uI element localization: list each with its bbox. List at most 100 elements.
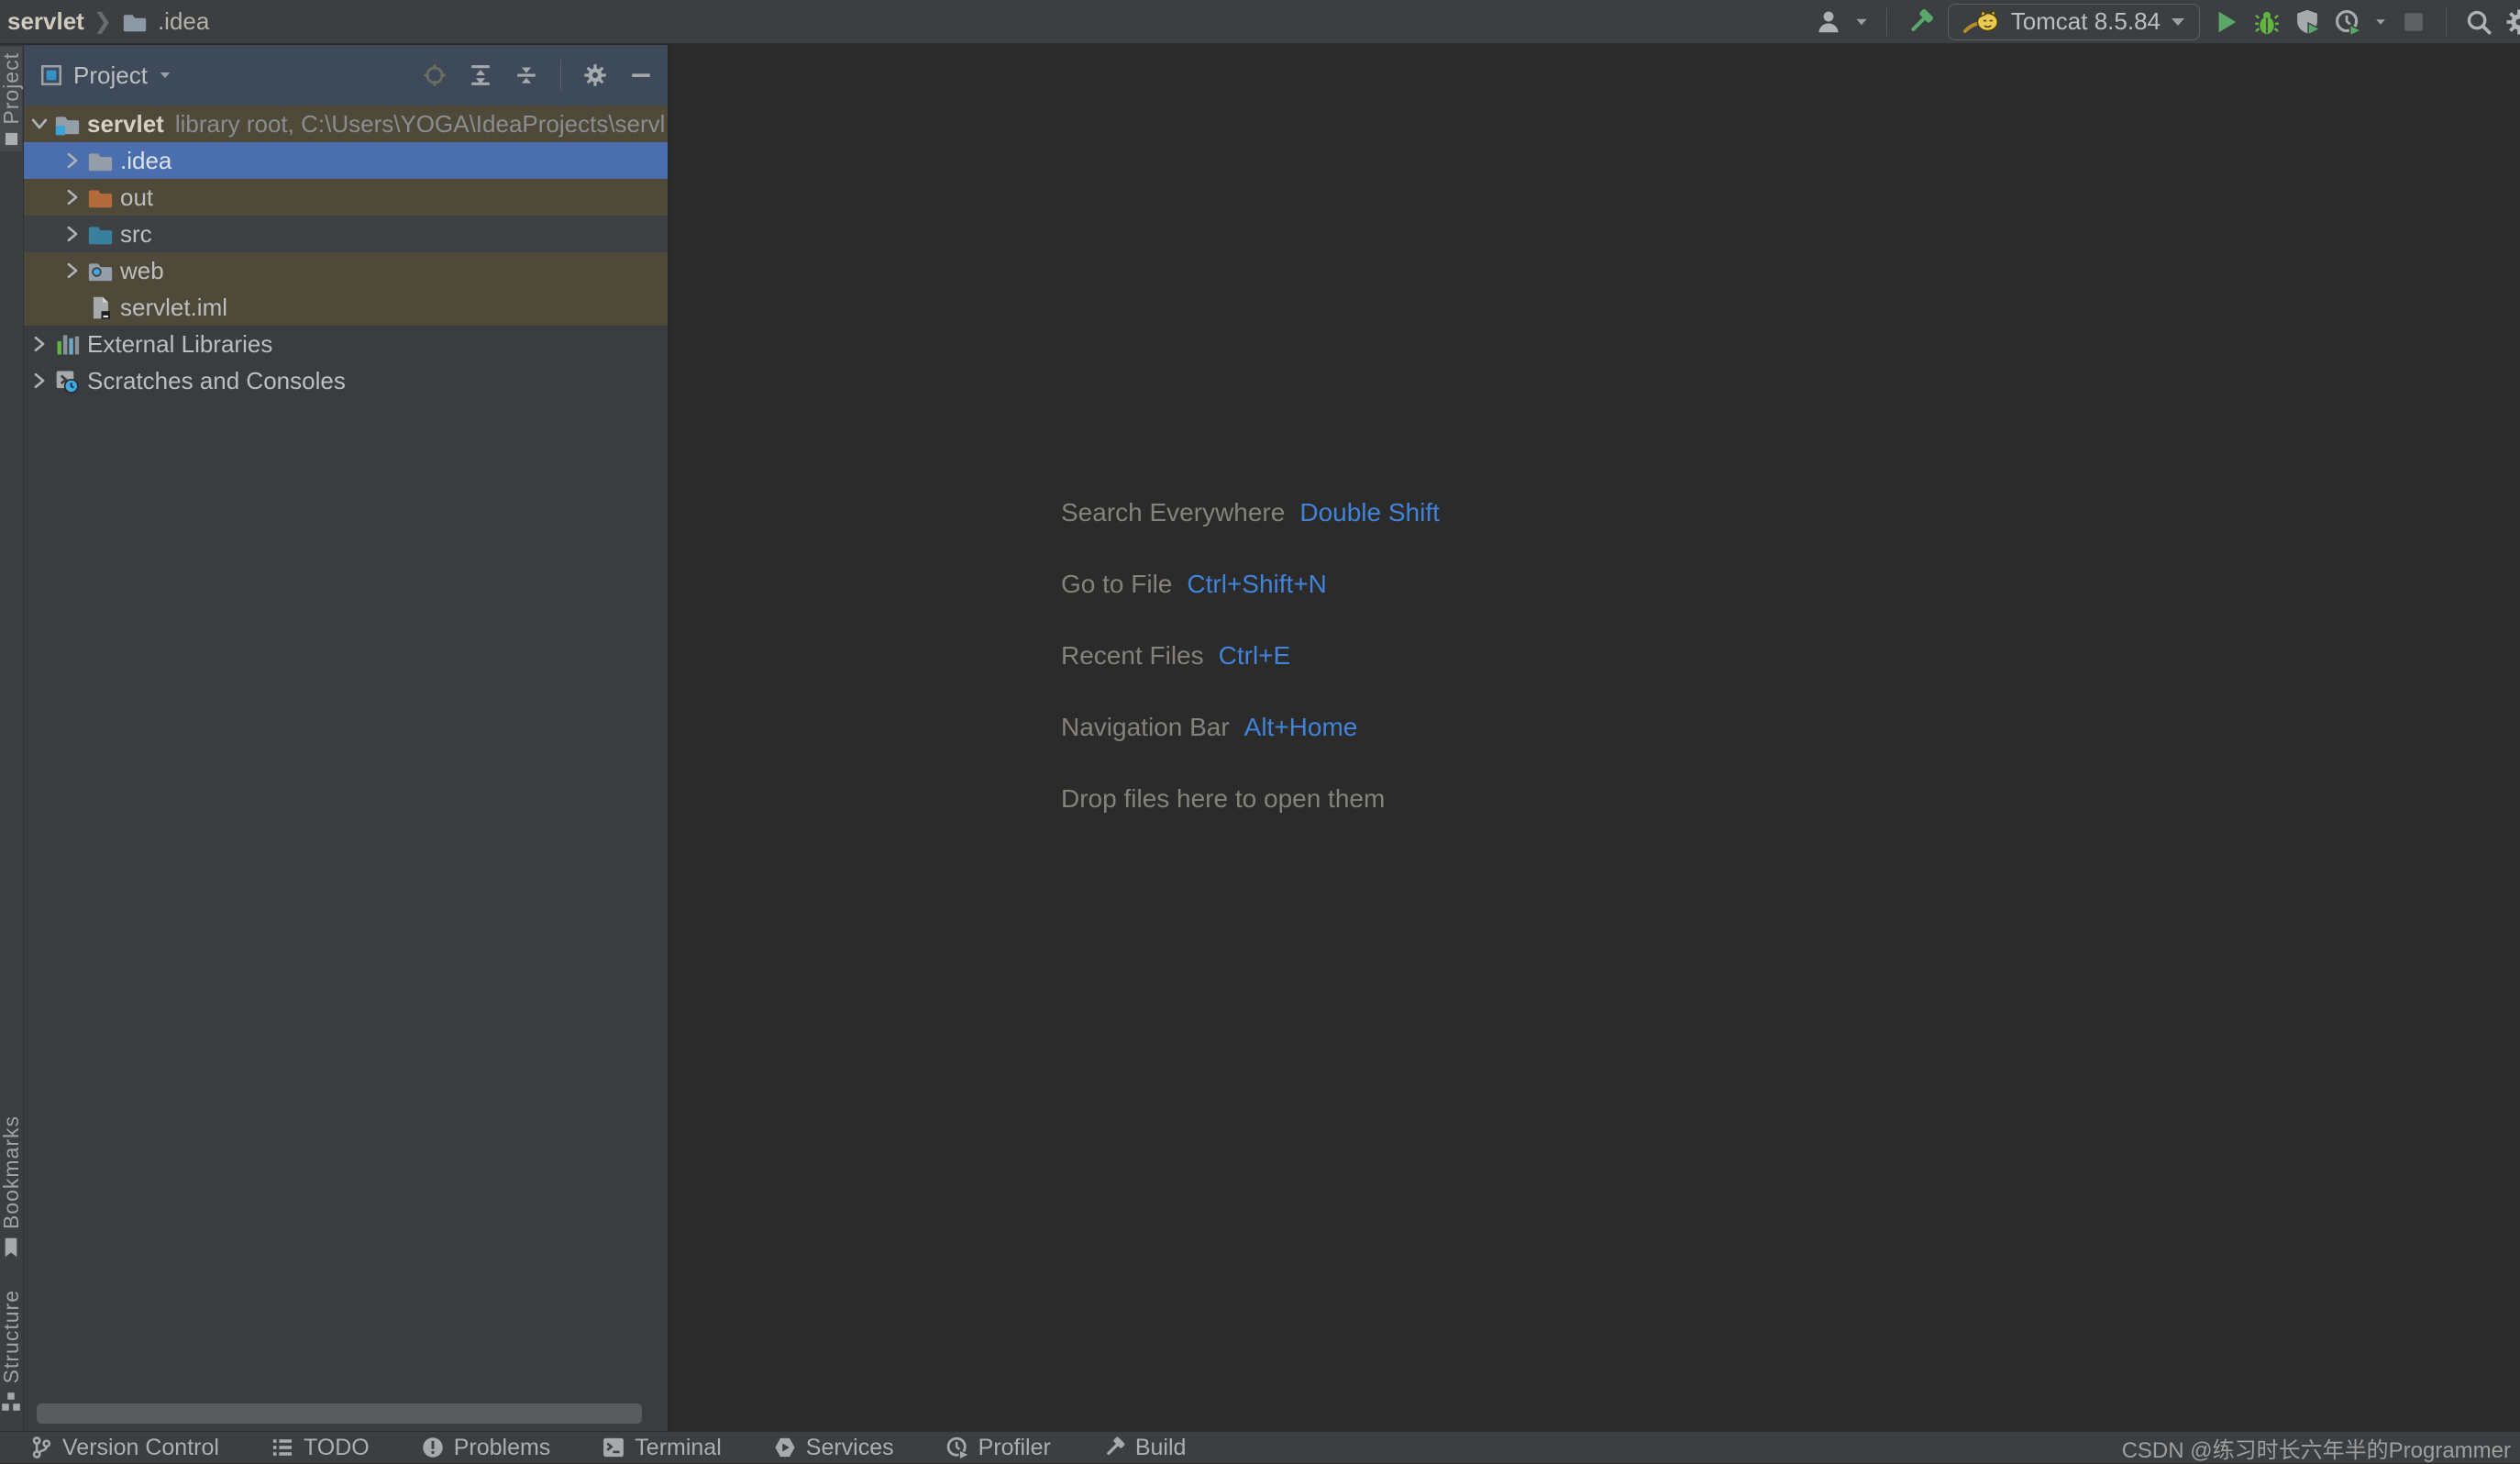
shortcut-keystroke: Double Shift: [1299, 498, 1440, 527]
tree-item-label: out: [120, 183, 153, 212]
panel-options-gear-icon[interactable]: [583, 63, 607, 87]
profiler-dropdown-icon[interactable]: [2376, 19, 2385, 25]
tree-row-out[interactable]: out: [24, 179, 668, 216]
breadcrumb-project[interactable]: servlet: [7, 7, 84, 36]
libraries-icon: [55, 332, 80, 357]
collapse-all-icon[interactable]: [514, 63, 538, 87]
expand-all-icon[interactable]: [469, 63, 492, 87]
shortcut-action-label: Search Everywhere: [1061, 498, 1285, 527]
problems-icon: [421, 1436, 445, 1459]
shortcut-keystroke: Alt+Home: [1244, 713, 1358, 742]
statusbar-item-label: Build: [1135, 1435, 1187, 1461]
search-everywhere-icon[interactable]: [2465, 8, 2492, 36]
todo-icon: [271, 1436, 294, 1459]
stripe-label-project: Project: [0, 52, 24, 125]
statusbar-problems[interactable]: Problems: [421, 1435, 551, 1461]
status-bar: Version Control TODO Problems Terminal S…: [0, 1431, 2520, 1463]
toolbar-actions: Tomcat 8.5.84: [1815, 4, 2520, 40]
statusbar-version-control[interactable]: Version Control: [29, 1435, 219, 1461]
project-view-dropdown-icon: [160, 72, 171, 78]
statusbar-terminal[interactable]: Terminal: [602, 1435, 721, 1461]
hide-panel-icon[interactable]: [629, 63, 653, 87]
run-button[interactable]: [2213, 8, 2240, 36]
tree-item-hint: library root, C:\Users\YOGA\IdeaProjects…: [175, 110, 666, 139]
shortcut-row: Go to File Ctrl+Shift+N: [1061, 566, 1440, 603]
debug-button[interactable]: [2253, 8, 2281, 36]
statusbar-profiler[interactable]: Profiler: [945, 1435, 1051, 1461]
tree-chevron-icon[interactable]: [61, 259, 84, 283]
statusbar-todo[interactable]: TODO: [271, 1435, 370, 1461]
tree-row-web[interactable]: web: [24, 252, 668, 289]
statusbar-build[interactable]: Build: [1102, 1435, 1187, 1461]
breadcrumb-separator-icon: ❯: [94, 8, 112, 35]
bookmark-icon: [0, 1237, 22, 1259]
project-view-selector[interactable]: Project: [40, 61, 171, 90]
settings-gear-icon[interactable]: [2505, 8, 2520, 36]
project-panel-title: Project: [73, 61, 148, 90]
drop-files-hint: Drop files here to open them: [1061, 781, 1440, 817]
statusbar-item-label: Problems: [454, 1435, 551, 1461]
stripe-button-project[interactable]: Project: [0, 47, 22, 151]
folder-source-icon: [88, 222, 113, 247]
project-panel-header: Project: [24, 45, 668, 105]
stripe-label-bookmarks: Bookmarks: [0, 1115, 24, 1229]
tree-item-label: Scratches and Consoles: [87, 367, 346, 395]
tree-row-servlet[interactable]: servlet library root, C:\Users\YOGA\Idea…: [24, 105, 668, 142]
stripe-button-structure[interactable]: Structure: [0, 1284, 22, 1418]
shortcut-row: Search Everywhere Double Shift: [1061, 494, 1440, 531]
shortcut-row: Recent Files Ctrl+E: [1061, 638, 1440, 674]
tree-chevron-icon[interactable]: [28, 112, 51, 136]
toolbar-divider: [2446, 8, 2447, 36]
shortcut-row: Navigation Bar Alt+Home: [1061, 709, 1440, 746]
shortcut-keystroke: Ctrl+E: [1219, 641, 1291, 671]
tree-chevron-icon[interactable]: [28, 369, 51, 393]
run-configuration-selector[interactable]: Tomcat 8.5.84: [1948, 4, 2200, 40]
run-with-coverage-button[interactable]: [2293, 8, 2321, 36]
shortcut-keystroke: Ctrl+Shift+N: [1187, 570, 1327, 599]
statusbar-item-label: Services: [806, 1435, 894, 1461]
editor-empty-state: Search Everywhere Double Shift Go to Fil…: [673, 45, 2520, 1431]
tree-item-label: src: [120, 220, 152, 249]
breadcrumb: servlet ❯ .idea: [0, 7, 209, 36]
tree-item-label: servlet.iml: [120, 294, 227, 322]
profiler-run-button[interactable]: [2334, 8, 2361, 36]
shortcut-action-label: Recent Files: [1061, 641, 1204, 671]
tree-row-src[interactable]: src: [24, 216, 668, 252]
shortcut-action-label: Go to File: [1061, 570, 1172, 599]
tree-chevron-icon[interactable]: [28, 332, 51, 356]
statusbar-item-label: Terminal: [635, 1435, 721, 1461]
tree-row-external-libraries[interactable]: External Libraries: [24, 326, 668, 362]
shortcut-action-label: Navigation Bar: [1061, 713, 1230, 742]
profiler-gray-icon: [945, 1436, 969, 1459]
tree-row--idea[interactable]: .idea: [24, 142, 668, 179]
services-icon: [773, 1436, 797, 1459]
tree-chevron-icon[interactable]: [61, 149, 84, 172]
breadcrumb-current[interactable]: .idea: [158, 7, 209, 36]
user-dropdown-icon[interactable]: [1856, 18, 1866, 24]
statusbar-services[interactable]: Services: [773, 1435, 894, 1461]
toolbar-divider: [1886, 8, 1887, 36]
tree-item-label: External Libraries: [87, 330, 272, 359]
tree-chevron-icon[interactable]: [61, 185, 84, 209]
tree-row-servlet-iml[interactable]: servlet.iml: [24, 289, 668, 326]
tree-chevron-icon[interactable]: [61, 222, 84, 246]
stripe-button-bookmarks[interactable]: Bookmarks: [0, 1110, 22, 1264]
stop-button-disabled: [2400, 8, 2427, 36]
statusbar-item-label: Version Control: [62, 1435, 219, 1461]
statusbar-item-label: Profiler: [978, 1435, 1051, 1461]
user-account-icon[interactable]: [1815, 8, 1842, 36]
stripe-label-structure: Structure: [0, 1290, 24, 1383]
project-view-icon: [40, 64, 62, 86]
project-tool-icon: [5, 132, 18, 146]
build-project-icon[interactable]: [1906, 7, 1935, 37]
horizontal-scrollbar[interactable]: [37, 1403, 642, 1424]
tree-item-label: web: [120, 257, 164, 285]
tree-row-scratches-and-consoles[interactable]: Scratches and Consoles: [24, 362, 668, 399]
select-opened-file-icon[interactable]: [423, 63, 447, 87]
tree-chevron-icon[interactable]: [61, 295, 84, 319]
folder-project-icon: [55, 112, 80, 137]
tree-item-label: servlet: [87, 110, 164, 139]
tomcat-icon: [1963, 8, 2000, 36]
folder-icon: [88, 149, 113, 173]
structure-icon: [0, 1391, 22, 1413]
